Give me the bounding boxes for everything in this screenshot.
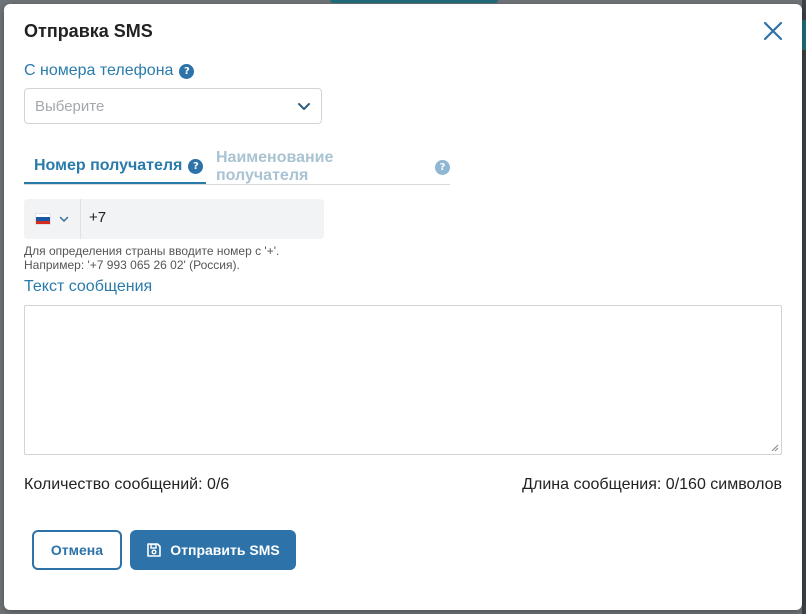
phone-hint-line: Для определения страны вводите номер с '… [24,244,280,258]
from-phone-placeholder: Выберите [35,98,105,115]
send-sms-label: Отправить SMS [170,542,280,558]
chevron-down-icon [59,216,69,222]
recipient-tabs: Номер получателя ? Наименование получате… [24,149,450,185]
tab-label: Номер получателя [34,157,183,174]
tab-recipient-name[interactable]: Наименование получателя ? [216,149,450,184]
tab-recipient-number[interactable]: Номер получателя ? [24,150,206,184]
background-edge [802,0,806,614]
from-phone-label-row: С номера телефона ? [24,62,195,80]
dialog-title: Отправка SMS [24,21,153,41]
help-icon[interactable]: ? [435,159,450,175]
close-icon [763,21,783,41]
resize-handle-icon[interactable] [770,443,779,452]
help-icon[interactable]: ? [188,158,204,174]
russia-flag-icon [35,213,51,225]
message-count: Количество сообщений: 0/6 [24,476,230,493]
background-header-strip [330,0,498,3]
from-phone-label: С номера телефона [24,62,174,79]
chevron-down-icon [298,103,310,110]
background-edge-accent [802,20,806,50]
phone-input-group: +7 [24,199,324,239]
save-icon [147,543,162,557]
send-sms-dialog: Отправка SMS С номера телефона ? Выберит… [4,4,802,610]
message-textarea[interactable] [24,305,782,455]
help-icon[interactable]: ? [179,63,195,79]
cancel-button[interactable]: Отмена [32,530,122,570]
phone-number-input[interactable]: +7 [89,209,106,226]
send-sms-button[interactable]: Отправить SMS [130,530,296,570]
message-label: Текст сообщения [24,278,153,295]
phone-hint: Для определения страны вводите номер с '… [24,244,279,272]
from-phone-select[interactable]: Выберите [24,88,322,124]
tab-label: Наименование получателя [216,149,334,184]
close-button[interactable] [762,20,784,42]
phone-hint-line: Например: '+7 993 065 26 02' (Россия). [24,258,240,272]
message-length: Длина сообщения: 0/160 символов [522,476,782,493]
country-select[interactable] [24,199,81,239]
